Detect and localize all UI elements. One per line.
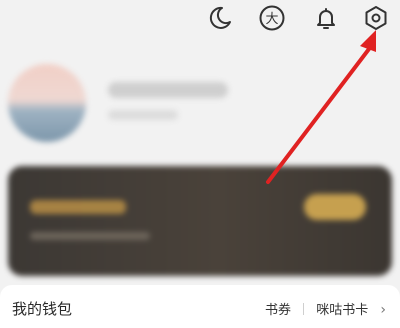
da-badge-glyph: 大 <box>265 12 278 27</box>
migu-card-link[interactable]: 咪咕书卡 <box>316 303 368 318</box>
bell-icon[interactable] <box>312 4 340 32</box>
app-screen: 大 我的钱包 书券 咪咕书卡 › <box>0 0 400 328</box>
membership-card-background <box>8 166 392 276</box>
membership-card-title-placeholder <box>30 200 126 214</box>
avatar[interactable] <box>8 64 86 142</box>
annotation-arrow <box>266 30 376 184</box>
divider <box>303 303 305 315</box>
wallet-title: 我的钱包 <box>12 300 73 318</box>
user-subtitle-placeholder <box>108 110 178 120</box>
membership-card[interactable] <box>8 166 392 276</box>
wallet-links: 书券 咪咕书卡 › <box>265 299 386 318</box>
membership-card-subtitle-placeholder <box>30 232 150 240</box>
user-profile[interactable] <box>8 64 388 144</box>
moon-icon[interactable] <box>206 4 234 32</box>
chevron-right-icon[interactable]: › <box>380 302 386 318</box>
username-placeholder <box>108 82 228 98</box>
coupon-link[interactable]: 书券 <box>265 303 291 318</box>
wallet-section: 我的钱包 书券 咪咕书卡 › <box>0 285 400 328</box>
da-badge-icon[interactable]: 大 <box>258 4 286 32</box>
settings-icon[interactable] <box>362 4 390 32</box>
membership-card-button[interactable] <box>304 194 366 220</box>
